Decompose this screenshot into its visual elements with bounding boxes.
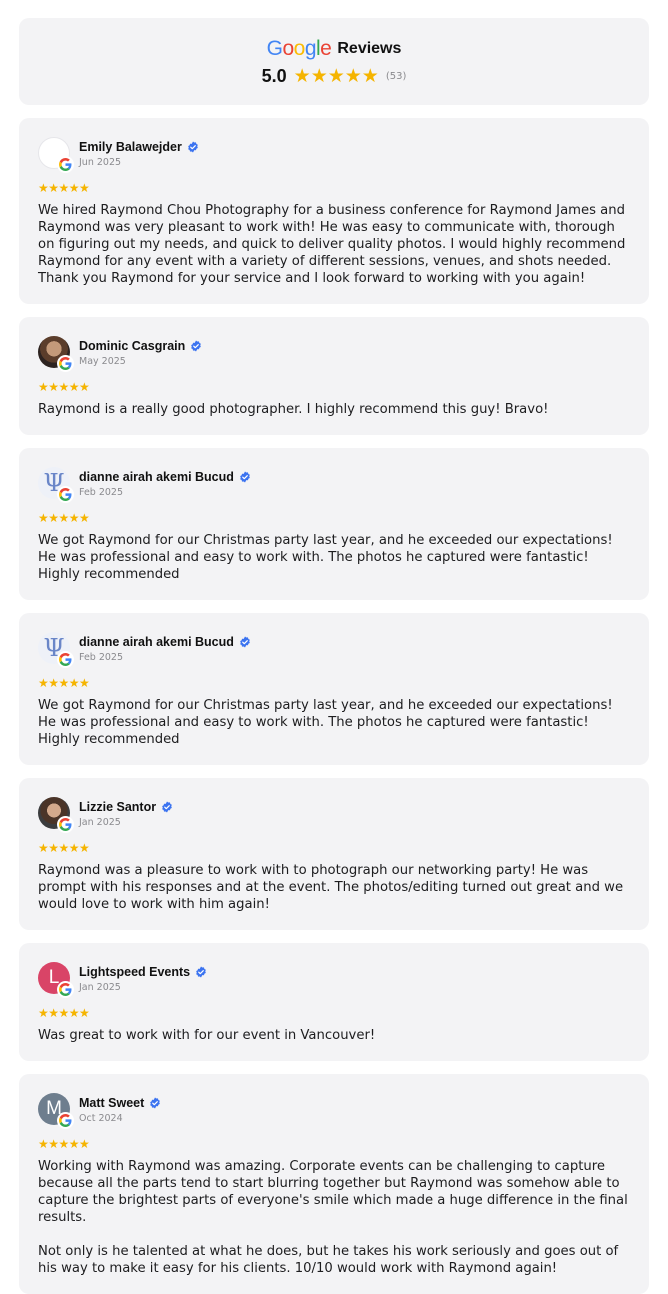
avatar: Ψ — [38, 467, 74, 503]
average-rating: 5.0 — [261, 65, 287, 86]
google-icon — [57, 156, 74, 173]
review-date: Jan 2025 — [79, 981, 121, 993]
summary-rating: 5.0 ★★★★★ (53) — [262, 66, 407, 87]
google-icon — [57, 816, 74, 833]
review-card: Ψ dianne airah akemi Bucud Feb 2025 ★★★★… — [19, 448, 649, 600]
review-text: We got Raymond for our Christmas party l… — [38, 698, 613, 747]
rating-stars: ★★★★★ — [293, 64, 379, 87]
review-date: Jun 2025 — [79, 156, 122, 168]
review-card: Emily Balawejder Jun 2025 ★★★★★ We hired… — [19, 118, 649, 304]
avatar: L — [38, 962, 74, 998]
review-card: L Lightspeed Events Jan 2025 ★★★★★ Was g… — [19, 943, 649, 1061]
avatar: M — [38, 1093, 74, 1129]
verified-icon — [149, 1097, 161, 1109]
review-stars: ★★★★★ — [38, 181, 90, 195]
review-date: May 2025 — [79, 355, 126, 367]
reviews-widget: Google Reviews 5.0 ★★★★★ (53) Emily Bala… — [0, 0, 668, 1294]
verified-icon — [239, 471, 251, 483]
review-date: Feb 2025 — [79, 651, 124, 663]
review-count: (53) — [385, 70, 407, 82]
avatar — [38, 137, 74, 173]
review-text: Was great to work with for our event in … — [38, 1028, 376, 1043]
review-card: Lizzie Santor Jan 2025 ★★★★★ Raymond was… — [19, 778, 649, 930]
reviews-title: Reviews — [337, 39, 402, 57]
google-icon — [57, 1112, 74, 1129]
review-stars: ★★★★★ — [38, 511, 90, 525]
google-icon — [57, 981, 74, 998]
reviewer-name[interactable]: dianne airah akemi Bucud — [79, 635, 234, 649]
reviewer-name[interactable]: Dominic Casgrain — [79, 339, 185, 353]
reviewer-name[interactable]: dianne airah akemi Bucud — [79, 470, 234, 484]
review-card: Dominic Casgrain May 2025 ★★★★★ Raymond … — [19, 317, 649, 435]
review-stars: ★★★★★ — [38, 380, 90, 394]
review-stars: ★★★★★ — [38, 1137, 90, 1151]
verified-icon — [190, 340, 202, 352]
review-stars: ★★★★★ — [38, 676, 90, 690]
reviewer-name[interactable]: Lizzie Santor — [79, 800, 156, 814]
google-icon — [57, 486, 74, 503]
avatar — [38, 336, 74, 372]
reviewer-name[interactable]: Matt Sweet — [79, 1096, 144, 1110]
review-text: Raymond was a pleasure to work with to p… — [38, 863, 624, 912]
verified-icon — [195, 966, 207, 978]
review-text: Working with Raymond was amazing. Corpor… — [38, 1159, 628, 1276]
google-logo: Google — [266, 36, 332, 60]
reviews-summary: Google Reviews 5.0 ★★★★★ (53) — [19, 18, 649, 105]
review-text: We got Raymond for our Christmas party l… — [38, 533, 613, 582]
verified-icon — [161, 801, 173, 813]
summary-title: Google Reviews — [267, 37, 402, 61]
review-stars: ★★★★★ — [38, 841, 90, 855]
google-icon — [57, 355, 74, 372]
verified-icon — [239, 636, 251, 648]
review-card: Ψ dianne airah akemi Bucud Feb 2025 ★★★★… — [19, 613, 649, 765]
verified-icon — [187, 141, 199, 153]
avatar — [38, 797, 74, 833]
google-icon — [57, 651, 74, 668]
review-date: Oct 2024 — [79, 1112, 123, 1124]
review-card: M Matt Sweet Oct 2024 ★★★★★ Working with… — [19, 1074, 649, 1294]
avatar: Ψ — [38, 632, 74, 668]
reviewer-name[interactable]: Lightspeed Events — [79, 965, 190, 979]
review-date: Jan 2025 — [79, 816, 121, 828]
review-stars: ★★★★★ — [38, 1006, 90, 1020]
review-text: We hired Raymond Chou Photography for a … — [38, 203, 626, 286]
review-text: Raymond is a really good photographer. I… — [38, 402, 549, 417]
review-date: Feb 2025 — [79, 486, 124, 498]
reviewer-name[interactable]: Emily Balawejder — [79, 140, 182, 154]
